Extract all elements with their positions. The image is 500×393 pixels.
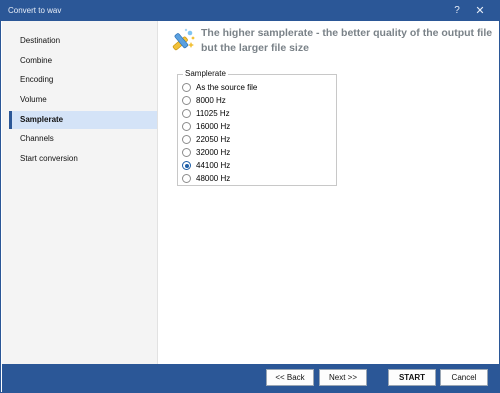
help-icon[interactable]: ? [450,4,464,18]
cancel-button[interactable]: Cancel [440,369,488,386]
option-label: 8000 Hz [196,96,226,105]
option-label: 22050 Hz [196,135,231,144]
sidebar-item-start-conversion[interactable]: Start conversion [9,150,157,168]
main-panel: The higher samplerate - the better quali… [159,21,499,364]
option-label: 48000 Hz [196,174,231,183]
samplerate-group: Samplerate As the source file 8000 Hz 11… [177,69,337,186]
back-button[interactable]: << Back [266,369,314,386]
radio-button[interactable] [182,135,191,144]
option-label: 44100 Hz [196,161,231,170]
convert-dialog: Convert to wav ? ✕ Destination Combine E… [0,0,500,393]
window-title: Convert to wav [8,6,62,15]
radio-button[interactable] [182,174,191,183]
sidebar-item-samplerate[interactable]: Samplerate [9,111,157,129]
start-button[interactable]: START [388,369,436,386]
header-description: The higher samplerate - the better quali… [201,27,493,54]
sidebar-item-destination[interactable]: Destination [9,32,157,50]
sidebar: Destination Combine Encoding Volume Samp… [2,21,158,364]
footer-bar: << Back Next >> START Cancel [2,364,500,393]
sidebar-item-encoding[interactable]: Encoding [9,71,157,89]
next-button[interactable]: Next >> [319,369,367,386]
option-label: 11025 Hz [196,109,230,118]
sidebar-item-channels[interactable]: Channels [9,130,157,148]
radio-button[interactable] [182,148,191,157]
title-bar: Convert to wav ? ✕ [1,1,499,21]
radio-button-selected[interactable] [182,161,191,170]
wand-icon [172,28,195,51]
radio-button[interactable] [182,122,191,131]
group-label: Samplerate [183,69,228,78]
sidebar-item-combine[interactable]: Combine [9,52,157,70]
radio-button[interactable] [182,96,191,105]
radio-button[interactable] [182,83,191,92]
option-label: 16000 Hz [196,122,231,131]
close-icon[interactable]: ✕ [473,4,487,18]
option-label: 32000 Hz [196,148,231,157]
option-label: As the source file [196,83,258,92]
radio-button[interactable] [182,109,191,118]
sidebar-item-volume[interactable]: Volume [9,91,157,109]
